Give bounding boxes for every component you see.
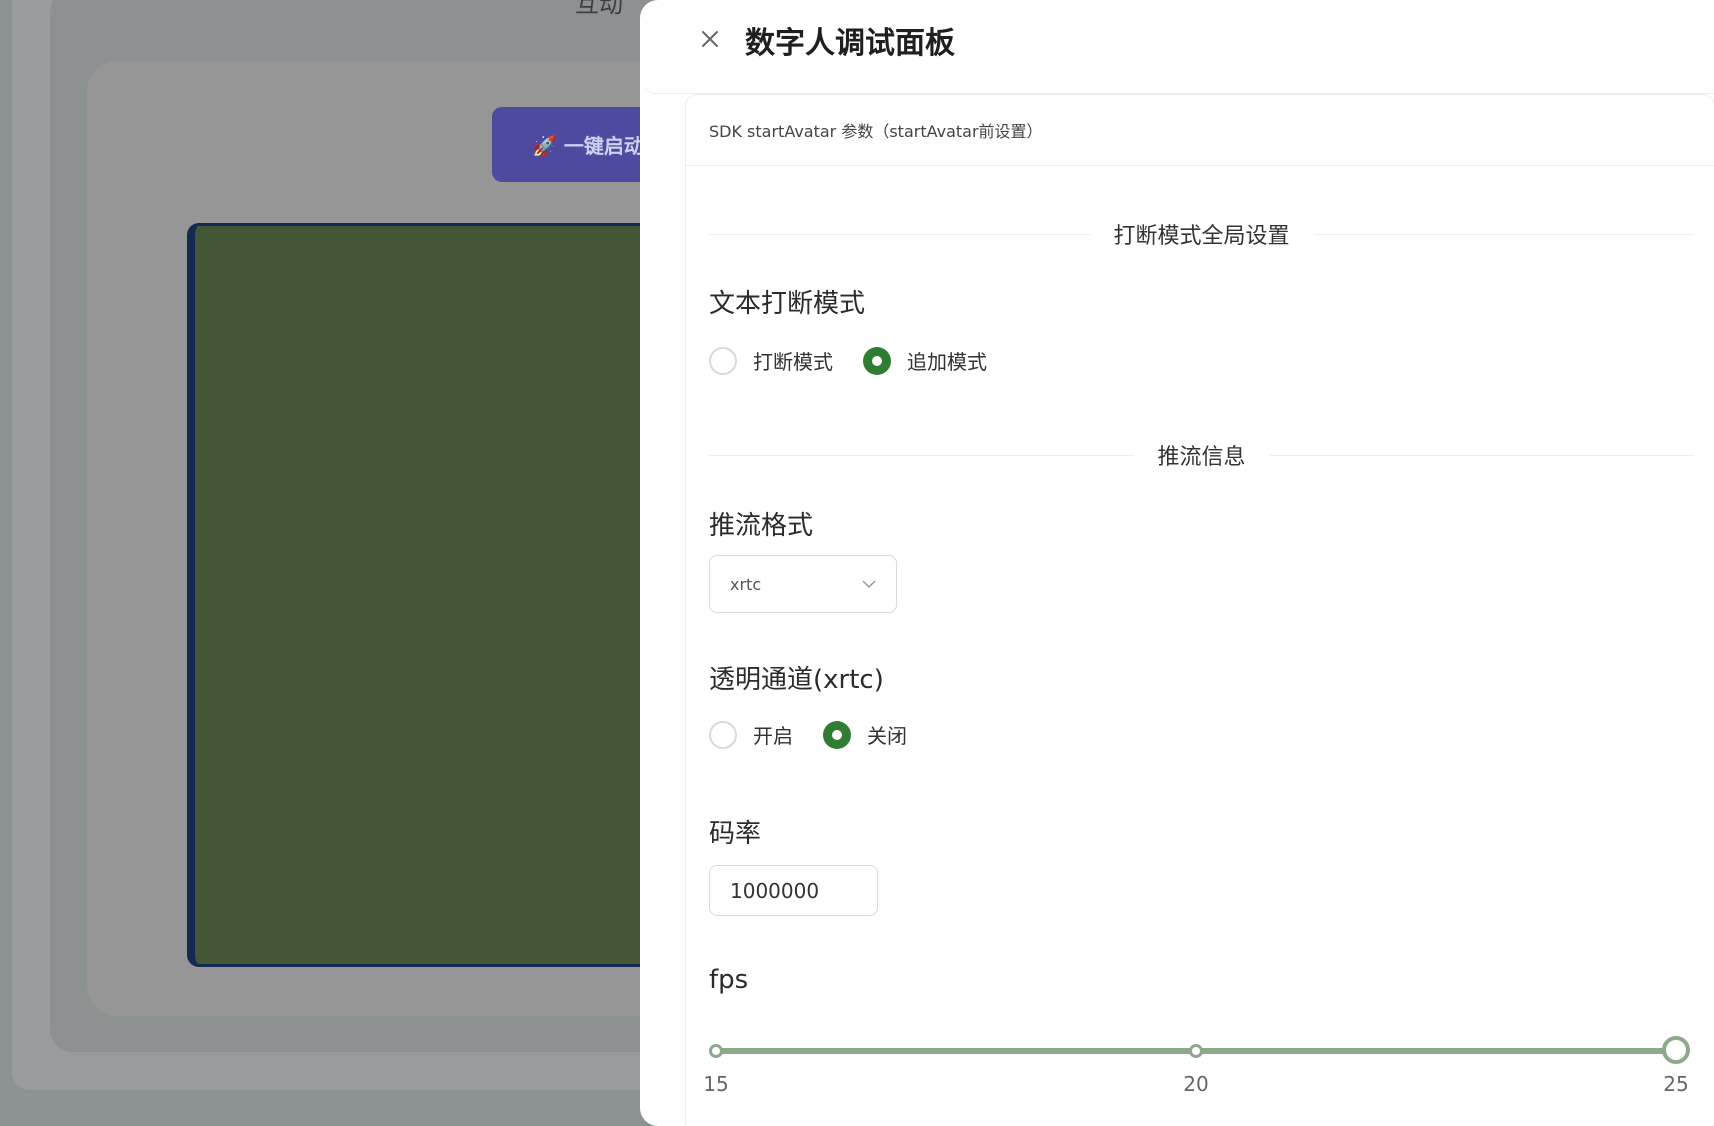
radio-alpha-off-label: 关闭 bbox=[867, 724, 907, 748]
radio-append[interactable]: 追加模式 bbox=[863, 346, 987, 375]
fps-slider[interactable]: 15 20 25 bbox=[703, 1032, 1690, 1096]
bitrate-label: 码率 bbox=[709, 819, 762, 849]
radio-append-label: 追加模式 bbox=[907, 350, 987, 374]
stream-format-select[interactable]: xrtc bbox=[709, 555, 897, 613]
close-icon bbox=[702, 31, 718, 47]
fps-tick-label: 25 bbox=[1663, 1072, 1689, 1096]
radio-alpha-off-indicator[interactable] bbox=[823, 720, 851, 749]
interrupt-divider: 打断模式全局设置 bbox=[709, 219, 1695, 249]
close-button[interactable] bbox=[695, 24, 725, 54]
chevron-down-icon bbox=[862, 580, 876, 589]
alpha-channel-label: 透明通道(xrtc) bbox=[709, 665, 884, 695]
interrupt-divider-text: 打断模式全局设置 bbox=[1113, 224, 1290, 249]
background-title: 互动 bbox=[575, 0, 623, 18]
interrupt-mode-label: 文本打断模式 bbox=[709, 289, 866, 319]
stream-format-label: 推流格式 bbox=[709, 511, 814, 541]
radio-interrupt-label: 打断模式 bbox=[753, 350, 833, 374]
alpha-channel-radio-group: 开启 关闭 bbox=[709, 720, 937, 749]
radio-alpha-on[interactable]: 开启 bbox=[709, 720, 793, 749]
debug-drawer: 数字人调试面板 SDK startAvatar 参数（startAvatar前设… bbox=[640, 0, 1714, 1126]
radio-interrupt-indicator[interactable] bbox=[709, 346, 737, 375]
stream-divider: 推流信息 bbox=[709, 440, 1695, 470]
interrupt-mode-radio-group: 打断模式 追加模式 bbox=[709, 346, 1017, 375]
radio-interrupt[interactable]: 打断模式 bbox=[709, 346, 833, 375]
radio-alpha-on-label: 开启 bbox=[753, 724, 793, 748]
fps-slider-mark bbox=[709, 1044, 723, 1058]
sdk-params-card: SDK startAvatar 参数（startAvatar前设置） 打断模式全… bbox=[685, 94, 1714, 1126]
drawer-header: 数字人调试面板 bbox=[640, 0, 1714, 94]
bitrate-input[interactable] bbox=[709, 865, 878, 916]
radio-append-indicator[interactable] bbox=[863, 346, 891, 375]
fps-slider-handle[interactable] bbox=[1662, 1036, 1690, 1064]
drawer-title: 数字人调试面板 bbox=[745, 26, 955, 61]
fps-tick-label: 15 bbox=[703, 1072, 729, 1096]
stream-format-value: xrtc bbox=[730, 574, 762, 594]
fps-tick-label: 20 bbox=[1183, 1072, 1209, 1096]
avatar-video bbox=[187, 223, 707, 967]
radio-alpha-on-indicator[interactable] bbox=[709, 720, 737, 749]
radio-alpha-off[interactable]: 关闭 bbox=[823, 720, 907, 749]
card-title: SDK startAvatar 参数（startAvatar前设置） bbox=[686, 95, 1714, 166]
fps-slider-mark bbox=[1189, 1044, 1203, 1058]
fps-label: fps bbox=[709, 965, 749, 995]
stream-divider-text: 推流信息 bbox=[1157, 445, 1246, 470]
